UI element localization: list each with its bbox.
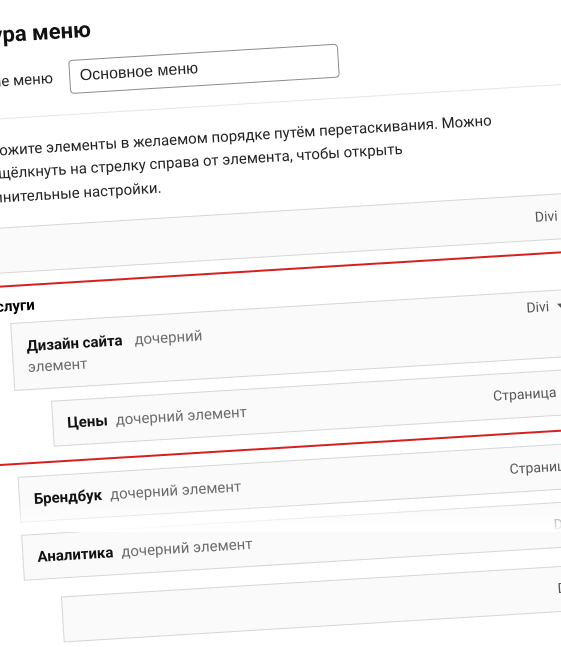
menu-item-type: Divi	[553, 516, 561, 533]
menu-item-title: Аналитика	[37, 543, 114, 566]
menu-structure: Divi Услуги Дизайн сайта дочерний элемен…	[0, 191, 561, 647]
menu-item-type: Страница	[493, 385, 557, 405]
menu-item-type: Divi	[557, 580, 561, 597]
menu-item-type: Divi	[534, 208, 558, 225]
menu-item-title: Брендбук	[33, 486, 102, 508]
menu-item-type: Страница	[509, 458, 561, 478]
menu-item-title: Цены	[67, 411, 108, 431]
menu-item-type: Divi	[526, 299, 550, 316]
menu-item-subtitle: дочерний элемент	[109, 477, 241, 503]
menu-item-subtitle: дочерний элемент	[121, 535, 253, 561]
highlighted-group: Услуги Дизайн сайта дочерний элемент Div…	[0, 249, 561, 467]
chevron-down-icon[interactable]	[557, 303, 561, 311]
menu-item-title: Дизайн сайта	[26, 331, 123, 355]
menu-name-label: евание меню	[0, 69, 53, 93]
menu-item-subtitle: дочерний элемент	[115, 403, 247, 429]
